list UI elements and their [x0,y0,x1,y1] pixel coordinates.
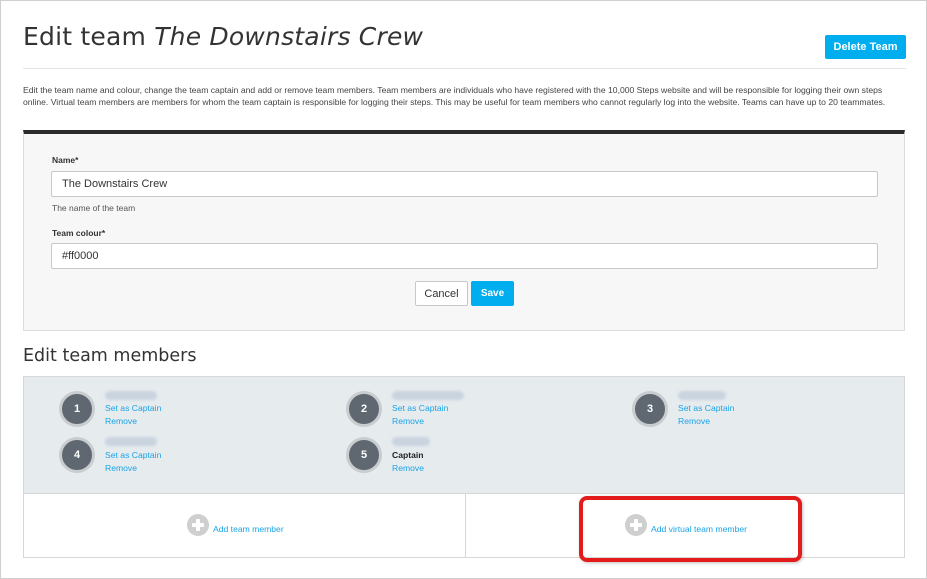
member-number-badge: 2 [346,391,382,427]
member-name-redacted [105,391,157,400]
add-buttons-divider [465,494,466,558]
member-name-redacted [678,391,726,400]
team-colour-input[interactable] [51,243,878,269]
add-team-member-button[interactable]: Add team member [187,514,284,536]
members-section-title: Edit team members [23,346,197,366]
plus-circle-icon [187,514,209,536]
member-number-badge: 5 [346,437,382,473]
remove-member-link[interactable]: Remove [392,463,424,473]
page-title-team-name: The Downstairs Crew [154,22,424,51]
set-captain-link[interactable]: Set as Captain [678,403,734,413]
add-team-member-label: Add team member [213,524,284,534]
highlight-annotation [579,496,802,562]
member-number-badge: 1 [59,391,95,427]
set-captain-link[interactable]: Set as Captain [105,450,161,460]
set-captain-link[interactable]: Set as Captain [105,403,161,413]
team-name-hint: The name of the team [52,203,136,213]
member-name-redacted [392,391,464,400]
page-title: Edit team The Downstairs Crew [23,22,423,51]
cancel-button[interactable]: Cancel [415,281,468,306]
set-captain-link[interactable]: Set as Captain [392,403,448,413]
divider [23,68,906,69]
remove-member-link[interactable]: Remove [392,416,424,426]
name-label: Name* [52,155,79,165]
member-name-redacted [105,437,157,446]
member-number-badge: 3 [632,391,668,427]
page-description: Edit the team name and colour, change th… [23,85,886,107]
member-number-badge: 4 [59,437,95,473]
delete-team-button[interactable]: Delete Team [825,35,906,59]
member-name-redacted [392,437,430,446]
captain-label: Captain [392,450,424,460]
remove-member-link[interactable]: Remove [105,463,137,473]
page-title-prefix: Edit team [23,22,147,51]
team-colour-label: Team colour* [52,228,106,238]
team-name-input[interactable] [51,171,878,197]
remove-member-link[interactable]: Remove [678,416,710,426]
save-button[interactable]: Save [471,281,514,306]
remove-member-link[interactable]: Remove [105,416,137,426]
